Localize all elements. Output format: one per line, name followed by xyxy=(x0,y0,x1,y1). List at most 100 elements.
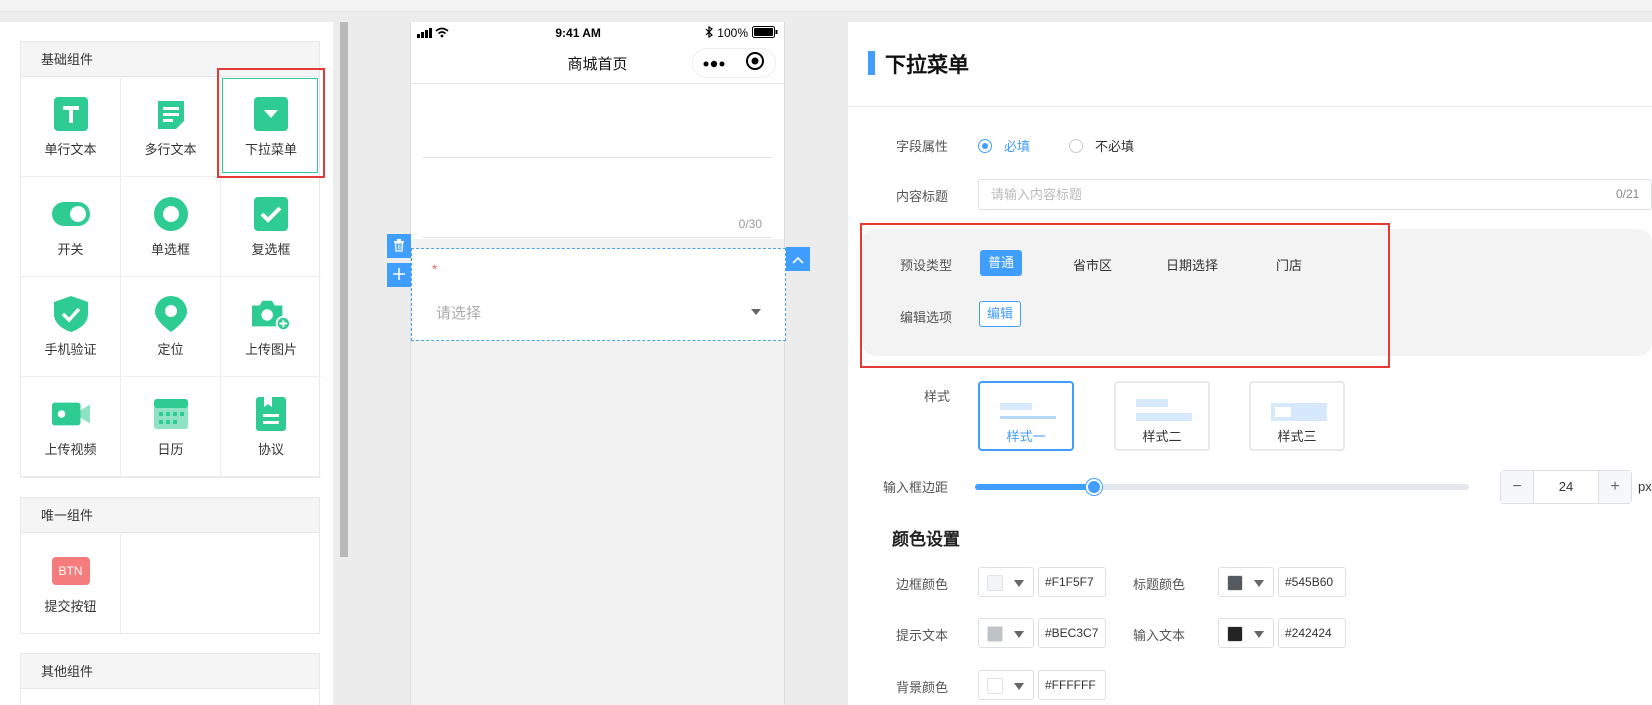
palette-item-label: 上传视频 xyxy=(44,442,97,457)
phone-preview: 9:41 AM 100% 商城首页 0/30 * 请选择 xyxy=(387,22,810,705)
divider xyxy=(423,237,772,238)
palette-item-location[interactable]: 定位 xyxy=(121,277,221,377)
phone-nav-bar: 商城首页 xyxy=(411,44,784,84)
nav-title: 商城首页 xyxy=(567,56,628,73)
caret-down-icon xyxy=(1254,580,1264,587)
hint-color-hex[interactable]: #BEC3C7 xyxy=(1038,618,1106,648)
status-time: 9:41 AM xyxy=(555,26,601,40)
other-components-group: 其他组件 xyxy=(20,653,320,705)
palette-item-label: 提交按钮 xyxy=(44,598,97,614)
btn-icon-text: BTN xyxy=(51,556,90,585)
chevron-up-icon xyxy=(792,252,804,267)
palette-item-label: 单行文本 xyxy=(44,142,97,157)
close-target-icon[interactable] xyxy=(745,51,765,75)
palette-item-multi-text[interactable]: 多行文本 xyxy=(121,77,221,177)
border-color-picker[interactable] xyxy=(978,567,1034,597)
required-mark: * xyxy=(432,261,438,277)
background-color-label: 背景颜色 xyxy=(896,680,949,695)
increment-button[interactable]: + xyxy=(1599,471,1631,503)
radio-label: 必填 xyxy=(1004,139,1031,154)
palette-item-label: 多行文本 xyxy=(144,142,197,157)
style-preview-label xyxy=(1275,407,1291,417)
palette-item-label: 单选框 xyxy=(150,242,190,257)
palette-item-calendar[interactable]: 日历 xyxy=(121,377,221,477)
dropdown-component-preview[interactable]: * 请选择 xyxy=(411,248,786,341)
caret-down-icon xyxy=(1014,580,1024,587)
palette-item-label: 手机验证 xyxy=(44,342,97,357)
color-swatch xyxy=(987,678,1003,694)
style-option-2[interactable]: 样式二 xyxy=(1114,381,1210,451)
palette-item-phone-verify[interactable]: 手机验证 xyxy=(21,277,121,377)
color-swatch xyxy=(987,575,1003,591)
margin-value[interactable]: 24 xyxy=(1533,471,1599,503)
palette-scrollbar[interactable] xyxy=(340,22,348,557)
margin-unit: px xyxy=(1638,479,1652,494)
style-option-3[interactable]: 样式三 xyxy=(1249,381,1345,451)
style-label: 样式 xyxy=(924,389,951,404)
decrement-button[interactable]: − xyxy=(1501,471,1533,503)
title-color-hex[interactable]: #545B60 xyxy=(1278,567,1346,597)
palette-item-label: 协议 xyxy=(257,442,284,457)
palette-item-upload-image[interactable]: 上传图片 xyxy=(221,277,321,377)
color-swatch xyxy=(1227,575,1243,591)
hint-color-label: 提示文本 xyxy=(896,628,949,643)
title-color-label: 标题颜色 xyxy=(1133,577,1186,592)
location-pin-icon xyxy=(152,295,190,333)
radio-optional[interactable]: 不必填 xyxy=(1069,136,1134,155)
more-dots-icon[interactable] xyxy=(703,55,725,72)
background-color-picker[interactable] xyxy=(978,670,1034,700)
palette-item-submit-button[interactable]: BTN 提交按钮 xyxy=(21,533,121,633)
color-swatch xyxy=(1227,626,1243,642)
hint-color-picker[interactable] xyxy=(978,618,1034,648)
text-t-icon xyxy=(52,95,90,133)
margin-slider[interactable] xyxy=(975,479,1469,495)
slider-fill xyxy=(975,484,1094,490)
battery-percent: 100% xyxy=(717,26,748,40)
preview-form-area: 0/30 xyxy=(411,84,784,239)
add-component-button[interactable] xyxy=(387,263,411,287)
title-color-picker[interactable] xyxy=(1218,567,1274,597)
group-title: 其他组件 xyxy=(21,654,319,689)
palette-item-upload-video[interactable]: 上传视频 xyxy=(21,377,121,477)
color-swatch xyxy=(987,626,1003,642)
content-title-input[interactable] xyxy=(978,179,1652,210)
slider-thumb[interactable] xyxy=(1085,479,1102,495)
title-accent-bar xyxy=(868,51,875,75)
input-color-picker[interactable] xyxy=(1218,618,1274,648)
radio-required[interactable]: 必填 xyxy=(978,136,1030,155)
multiline-text-icon xyxy=(152,95,190,133)
border-color-hex[interactable]: #F1F5F7 xyxy=(1038,567,1106,597)
content-title-counter: 0/21 xyxy=(1616,187,1640,201)
palette-item-radio[interactable]: 单选框 xyxy=(121,177,221,277)
signal-wifi-icon xyxy=(417,26,451,41)
camera-icon xyxy=(252,295,290,333)
btn-icon: BTN xyxy=(51,552,90,590)
delete-component-button[interactable] xyxy=(387,234,411,258)
radio-circle xyxy=(978,138,992,153)
move-up-button[interactable] xyxy=(786,247,810,271)
background-color-hex[interactable]: #FFFFFF xyxy=(1038,670,1106,700)
group-title: 唯一组件 xyxy=(21,498,319,533)
palette-item-single-text[interactable]: 单行文本 xyxy=(21,77,121,177)
text-counter: 0/30 xyxy=(738,217,762,231)
input-color-label: 输入文本 xyxy=(1133,628,1186,643)
video-icon xyxy=(51,395,90,433)
palette-item-checkbox[interactable]: 复选框 xyxy=(221,177,321,277)
margin-stepper[interactable]: − 24 + xyxy=(1500,470,1632,504)
palette-item-agreement[interactable]: 协议 xyxy=(221,377,321,477)
trash-icon xyxy=(392,238,406,255)
style-preview-bar xyxy=(1000,403,1032,410)
palette-item-switch[interactable]: 开关 xyxy=(21,177,121,277)
radio-circle xyxy=(1069,138,1083,153)
bluetooth-icon xyxy=(705,25,714,41)
palette-item-label: 定位 xyxy=(157,342,184,357)
style-option-label: 样式一 xyxy=(1006,429,1046,444)
radio-label: 不必填 xyxy=(1095,139,1135,154)
mini-program-capsule[interactable] xyxy=(692,48,776,78)
settings-title: 下拉菜单 xyxy=(885,54,969,77)
border-color-label: 边框颜色 xyxy=(896,577,949,592)
input-color-hex[interactable]: #242424 xyxy=(1278,618,1346,648)
style-option-1[interactable]: 样式一 xyxy=(978,381,1074,451)
shield-check-icon xyxy=(52,295,90,333)
toggle-icon xyxy=(51,195,90,233)
